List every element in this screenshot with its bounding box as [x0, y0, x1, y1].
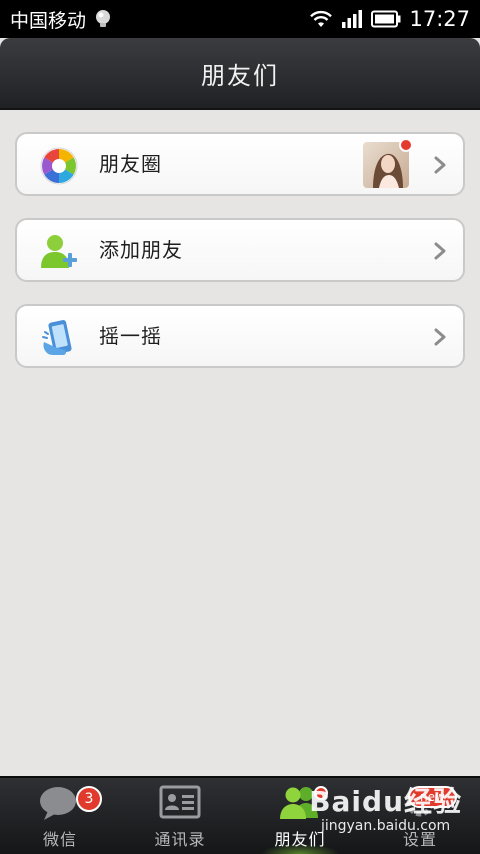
tab-label: 微信 — [42, 830, 77, 849]
notification-bulb-icon — [96, 10, 111, 27]
tab-contacts[interactable]: 通讯录 — [120, 778, 240, 854]
chevron-right-icon — [434, 242, 446, 260]
aperture-icon — [40, 147, 78, 185]
signal-icon — [342, 10, 363, 28]
chevron-right-icon — [434, 156, 446, 174]
tab-label: 通讯录 — [154, 830, 206, 849]
contacts-card-icon — [159, 785, 201, 819]
status-bar: 中国移动 17:27 — [0, 0, 480, 38]
shake-phone-icon — [42, 320, 72, 355]
tab-wechat[interactable]: 微信 3 — [0, 778, 120, 854]
page-title: 朋友们 — [201, 61, 279, 90]
baidu-jingyan-watermark: Baidu经验 jingyan.baidu.com — [309, 780, 462, 834]
battery-icon — [371, 10, 401, 28]
carrier-label: 中国移动 — [10, 9, 87, 32]
moments-label: 朋友圈 — [99, 152, 162, 176]
new-moments-dot — [399, 138, 413, 152]
watermark-logo: Baidu经验 — [309, 785, 462, 818]
moments-item[interactable]: 朋友圈 — [15, 132, 465, 196]
watermark-url: jingyan.baidu.com — [320, 818, 451, 834]
shake-item[interactable]: 摇一摇 — [15, 304, 465, 368]
title-bar: 朋友们 — [0, 38, 480, 110]
add-friend-icon — [41, 235, 77, 268]
wifi-icon — [310, 10, 333, 27]
add-friend-item[interactable]: 添加朋友 — [15, 218, 465, 282]
clock: 17:27 — [409, 7, 470, 31]
shake-label: 摇一摇 — [99, 324, 162, 348]
add-friend-label: 添加朋友 — [99, 238, 183, 262]
chat-bubble-icon — [40, 787, 76, 820]
menu-list: 朋友圈 添加朋友 摇一摇 — [15, 132, 465, 390]
chevron-right-icon — [434, 328, 446, 346]
unread-count-badge: 3 — [76, 786, 102, 812]
